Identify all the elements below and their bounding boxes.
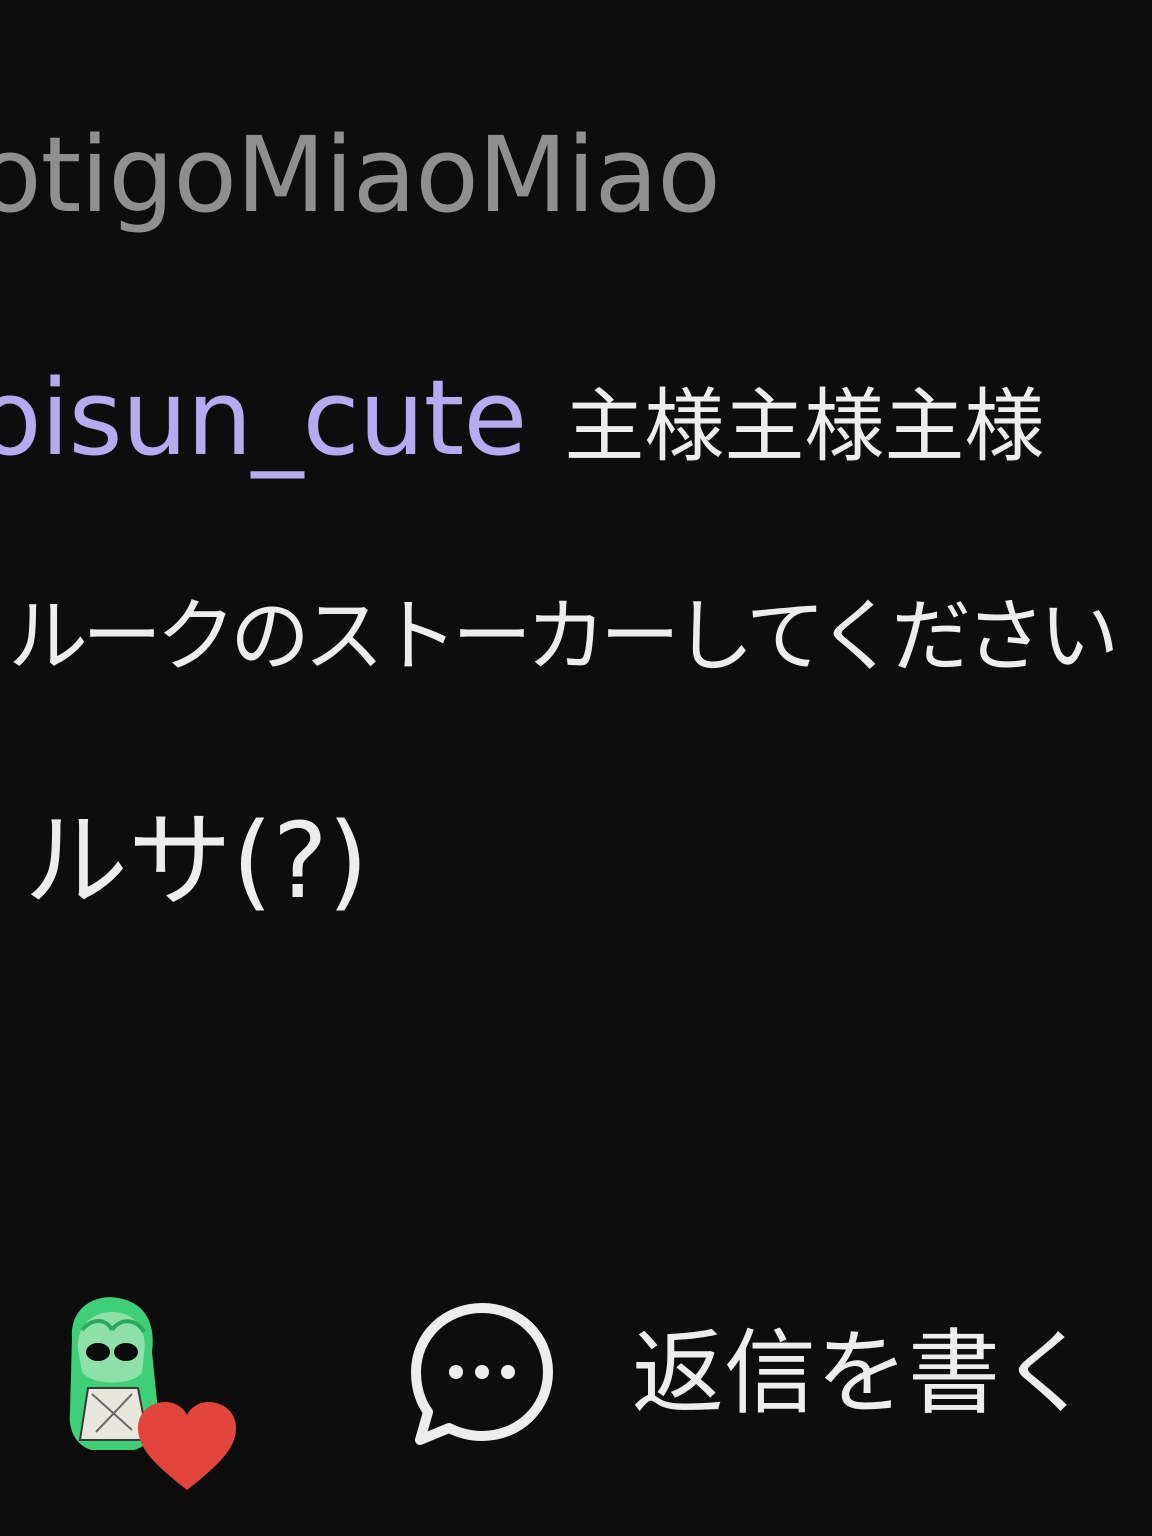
reply-label: 返信を書く [632,1320,1093,1427]
comment-text-line-2: ルークのストーカーしてください [8,590,1119,683]
comment-username[interactable]: oisun_cute [0,357,527,479]
heart-icon [138,1402,236,1490]
previous-comment-username[interactable]: otigoMiaoMiao [0,120,721,230]
chat-bubble-icon [411,1303,553,1445]
comment-text-line-1: 主様主様主様 [564,380,1045,473]
reply-button[interactable]: 返信を書く [406,1300,1126,1450]
comment-text-line-3: ルサ(?) [24,800,369,922]
comment-row: oisun_cute 主様主様主様 [0,358,1044,509]
comment-footer: 返信を書く [0,1280,1152,1510]
